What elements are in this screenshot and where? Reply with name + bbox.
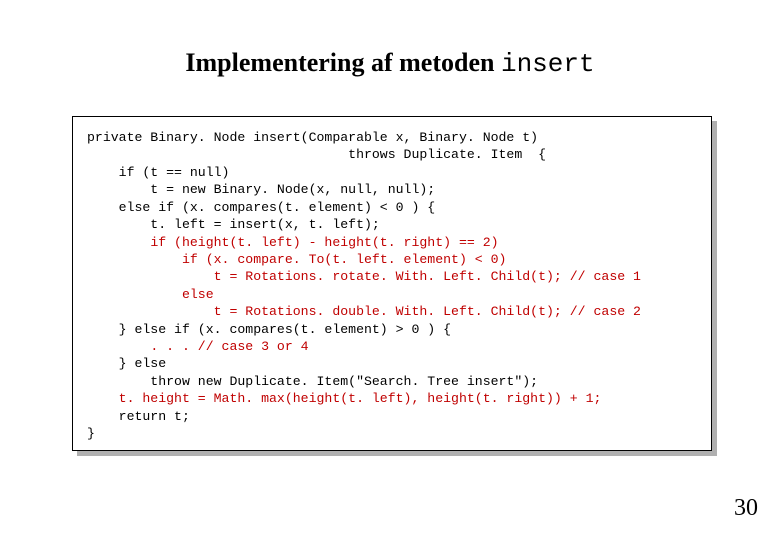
code-line: } else [87, 356, 166, 371]
code-line: } [87, 426, 95, 441]
title-text: Implementering af metoden [185, 48, 501, 77]
code-line: if (height(t. left) - height(t. right) =… [150, 235, 498, 250]
code-line: t = new Binary. Node(x, null, null); [87, 182, 435, 197]
code-line: return t; [87, 409, 190, 424]
code-line: . . . // case 3 or 4 [150, 339, 308, 354]
code-line: if (t == null) [87, 165, 229, 180]
slide: Implementering af metoden insert private… [0, 0, 780, 540]
code-line: t = Rotations. double. With. Left. Child… [214, 304, 641, 319]
code-line: } else if (x. compares(t. element) > 0 )… [87, 322, 451, 337]
page-number: 30 [734, 495, 758, 522]
code-indent [87, 269, 214, 284]
slide-title: Implementering af metoden insert [0, 48, 780, 79]
code-indent [87, 287, 182, 302]
code-line: t = Rotations. rotate. With. Left. Child… [214, 269, 641, 284]
code-line: else if (x. compares(t. element) < 0 ) { [87, 200, 435, 215]
code-indent [87, 339, 150, 354]
code-indent [87, 304, 214, 319]
code-line: t. height = Math. max(height(t. left), h… [119, 391, 602, 406]
code-box: private Binary. Node insert(Comparable x… [72, 116, 712, 451]
code-line: if (x. compare. To(t. left. element) < 0… [182, 252, 506, 267]
code-indent [87, 252, 182, 267]
code-listing: private Binary. Node insert(Comparable x… [87, 129, 697, 443]
title-mono: insert [501, 49, 595, 79]
code-line: private Binary. Node insert(Comparable x… [87, 130, 538, 145]
code-box-inner: private Binary. Node insert(Comparable x… [72, 116, 712, 451]
code-line: throws Duplicate. Item { [87, 147, 546, 162]
code-indent [87, 391, 119, 406]
code-indent [87, 235, 150, 250]
code-line: throw new Duplicate. Item("Search. Tree … [87, 374, 538, 389]
code-line: else [182, 287, 214, 302]
code-line: t. left = insert(x, t. left); [87, 217, 380, 232]
